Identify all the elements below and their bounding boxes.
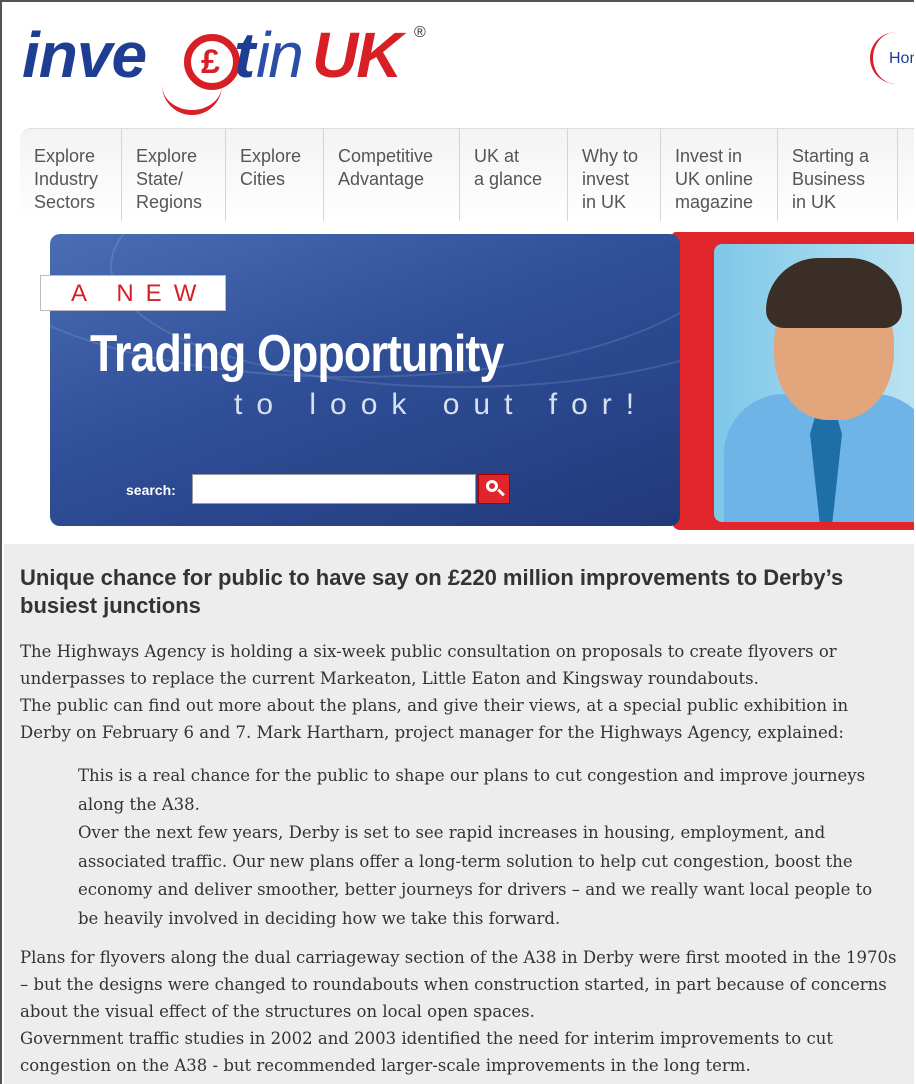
logo-text-uk: UK bbox=[312, 19, 402, 91]
search-icon-handle bbox=[497, 488, 505, 497]
pound-globe-icon bbox=[184, 34, 240, 90]
article-body: Plans for flyovers along the dual carria… bbox=[20, 944, 900, 1079]
main-nav: Explore Industry Sectors Explore State/ … bbox=[20, 128, 914, 221]
article-quote: This is a real chance for the public to … bbox=[78, 762, 878, 933]
quote-paragraph: Over the next few years, Derby is set to… bbox=[78, 823, 873, 928]
logo-text-in: in bbox=[256, 19, 304, 91]
nav-item-explore-state-regions[interactable]: Explore State/ Regions bbox=[122, 129, 226, 221]
registered-mark: ® bbox=[414, 24, 426, 41]
nav-item-why-invest-in-uk[interactable]: Why to invest in UK bbox=[568, 129, 661, 221]
article-intro: The Highways Agency is holding a six-wee… bbox=[20, 638, 900, 746]
article-paragraph: The public can find out more about the p… bbox=[20, 696, 849, 742]
nav-item-invest-in-uk-magazine[interactable]: Invest in UK online magazine bbox=[661, 129, 778, 221]
logo-swoosh-icon bbox=[162, 84, 222, 115]
nav-item-starting-a-business[interactable]: Starting a Business in UK bbox=[778, 129, 898, 221]
quote-paragraph: This is a real chance for the public to … bbox=[78, 766, 866, 814]
home-link[interactable]: Hom bbox=[870, 32, 914, 84]
article-paragraph: The Highways Agency is holding a six-wee… bbox=[20, 642, 837, 688]
logo-text-invest: inve bbox=[22, 19, 147, 91]
article-paragraph: Government traffic studies in 2002 and 2… bbox=[20, 1029, 833, 1075]
nav-item-explore-industry-sectors[interactable]: Explore Industry Sectors bbox=[20, 129, 122, 221]
investinuk-logo[interactable]: inve t in UK ® bbox=[22, 16, 442, 116]
banner-subline: to look out for! bbox=[234, 388, 649, 421]
photo-hair bbox=[766, 258, 902, 328]
search-label: search: bbox=[126, 482, 176, 498]
page-frame: inve t in UK ® Hom Explore Industry Sect… bbox=[0, 0, 914, 1084]
article: Unique chance for public to have say on … bbox=[4, 544, 914, 1084]
search-input[interactable] bbox=[192, 474, 476, 504]
nav-item-uk-at-a-glance[interactable]: UK at a glance bbox=[460, 129, 568, 221]
banner-tag-a-new: A NEW bbox=[40, 275, 226, 311]
article-paragraph: Plans for flyovers along the dual carria… bbox=[20, 948, 897, 1021]
article-title: Unique chance for public to have say on … bbox=[20, 565, 844, 618]
nav-item-explore-cities[interactable]: Explore Cities bbox=[226, 129, 324, 221]
banner-headline: Trading Opportunity bbox=[90, 325, 504, 383]
logo-text-t: t bbox=[234, 19, 255, 91]
nav-item-competitive-advantage[interactable]: Competitive Advantage bbox=[324, 129, 460, 221]
search-button[interactable] bbox=[478, 474, 510, 504]
businessman-photo bbox=[714, 244, 914, 522]
